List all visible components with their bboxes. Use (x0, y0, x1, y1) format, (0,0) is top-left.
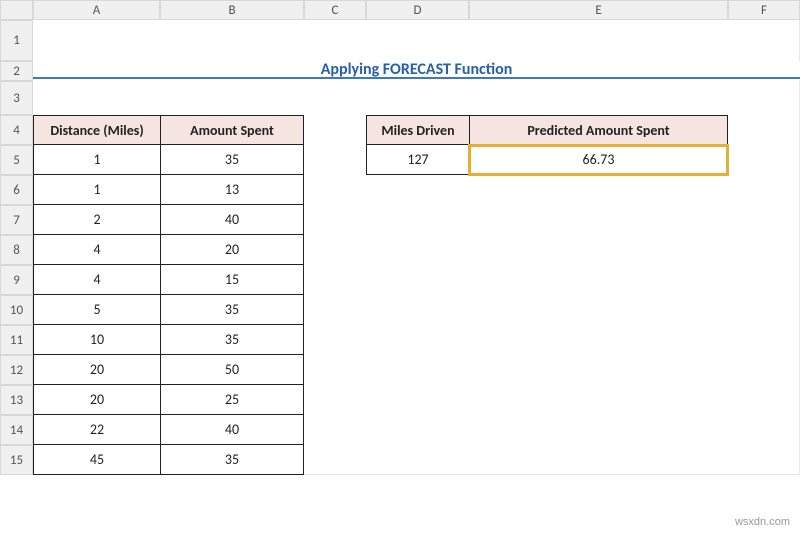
cell-C13[interactable]: 25 (160, 385, 304, 415)
col-header-C[interactable]: C (304, 0, 366, 20)
watermark: wsxdn.com (735, 516, 790, 528)
cell-B14[interactable]: 22 (33, 415, 160, 445)
col-header-E[interactable]: E (469, 0, 728, 20)
cell-C10[interactable]: 35 (160, 295, 304, 325)
table1-header-amount[interactable]: Amount Spent (160, 115, 304, 145)
cell-B7[interactable]: 2 (33, 205, 160, 235)
cell-C8[interactable]: 20 (160, 235, 304, 265)
col-header-D[interactable]: D (366, 0, 469, 20)
cell-B11[interactable]: 10 (33, 325, 160, 355)
cell-C12[interactable]: 50 (160, 355, 304, 385)
cell-C6[interactable]: 13 (160, 175, 304, 205)
spreadsheet-grid: A B C D E F 1 2 3 4 5 6 7 8 9 10 11 12 1… (0, 0, 800, 475)
row-header-9[interactable]: 9 (0, 265, 33, 295)
cell-B15[interactable]: 45 (33, 445, 160, 475)
col-header-F[interactable]: F (728, 0, 800, 20)
row-header-2[interactable]: 2 (0, 61, 33, 81)
row-header-11[interactable]: 11 (0, 325, 33, 355)
row-header-12[interactable]: 12 (0, 355, 33, 385)
cell-B5[interactable]: 1 (33, 145, 160, 175)
cell-E5[interactable]: 127 (366, 145, 469, 175)
cell-B10[interactable]: 5 (33, 295, 160, 325)
page-title: Applying FORECAST Function (33, 61, 800, 79)
corner-cell[interactable] (0, 0, 33, 20)
row-header-14[interactable]: 14 (0, 415, 33, 445)
cell-F5-selected[interactable]: 66.73 (469, 145, 728, 175)
row-header-5[interactable]: 5 (0, 145, 33, 175)
table2-header-miles[interactable]: Miles Driven (366, 115, 469, 145)
cell-C11[interactable]: 35 (160, 325, 304, 355)
cell-B12[interactable]: 20 (33, 355, 160, 385)
col-header-B[interactable]: B (160, 0, 304, 20)
row-header-8[interactable]: 8 (0, 235, 33, 265)
row-header-3[interactable]: 3 (0, 81, 33, 115)
cell-C7[interactable]: 40 (160, 205, 304, 235)
row-header-1[interactable]: 1 (0, 20, 33, 61)
cell-C15[interactable]: 35 (160, 445, 304, 475)
row-header-13[interactable]: 13 (0, 385, 33, 415)
row-header-7[interactable]: 7 (0, 205, 33, 235)
cell-B8[interactable]: 4 (33, 235, 160, 265)
cell-B13[interactable]: 20 (33, 385, 160, 415)
cell-B6[interactable]: 1 (33, 175, 160, 205)
cell-C9[interactable]: 15 (160, 265, 304, 295)
title-row: Applying FORECAST Function (33, 61, 800, 81)
cell-B9[interactable]: 4 (33, 265, 160, 295)
cell-C14[interactable]: 40 (160, 415, 304, 445)
cell-C5[interactable]: 35 (160, 145, 304, 175)
row-header-4[interactable]: 4 (0, 115, 33, 145)
table2-header-predicted[interactable]: Predicted Amount Spent (469, 115, 728, 145)
col-header-A[interactable]: A (33, 0, 160, 20)
table1-header-distance[interactable]: Distance (Miles) (33, 115, 160, 145)
row-header-15[interactable]: 15 (0, 445, 33, 475)
row-header-10[interactable]: 10 (0, 295, 33, 325)
row-header-6[interactable]: 6 (0, 175, 33, 205)
